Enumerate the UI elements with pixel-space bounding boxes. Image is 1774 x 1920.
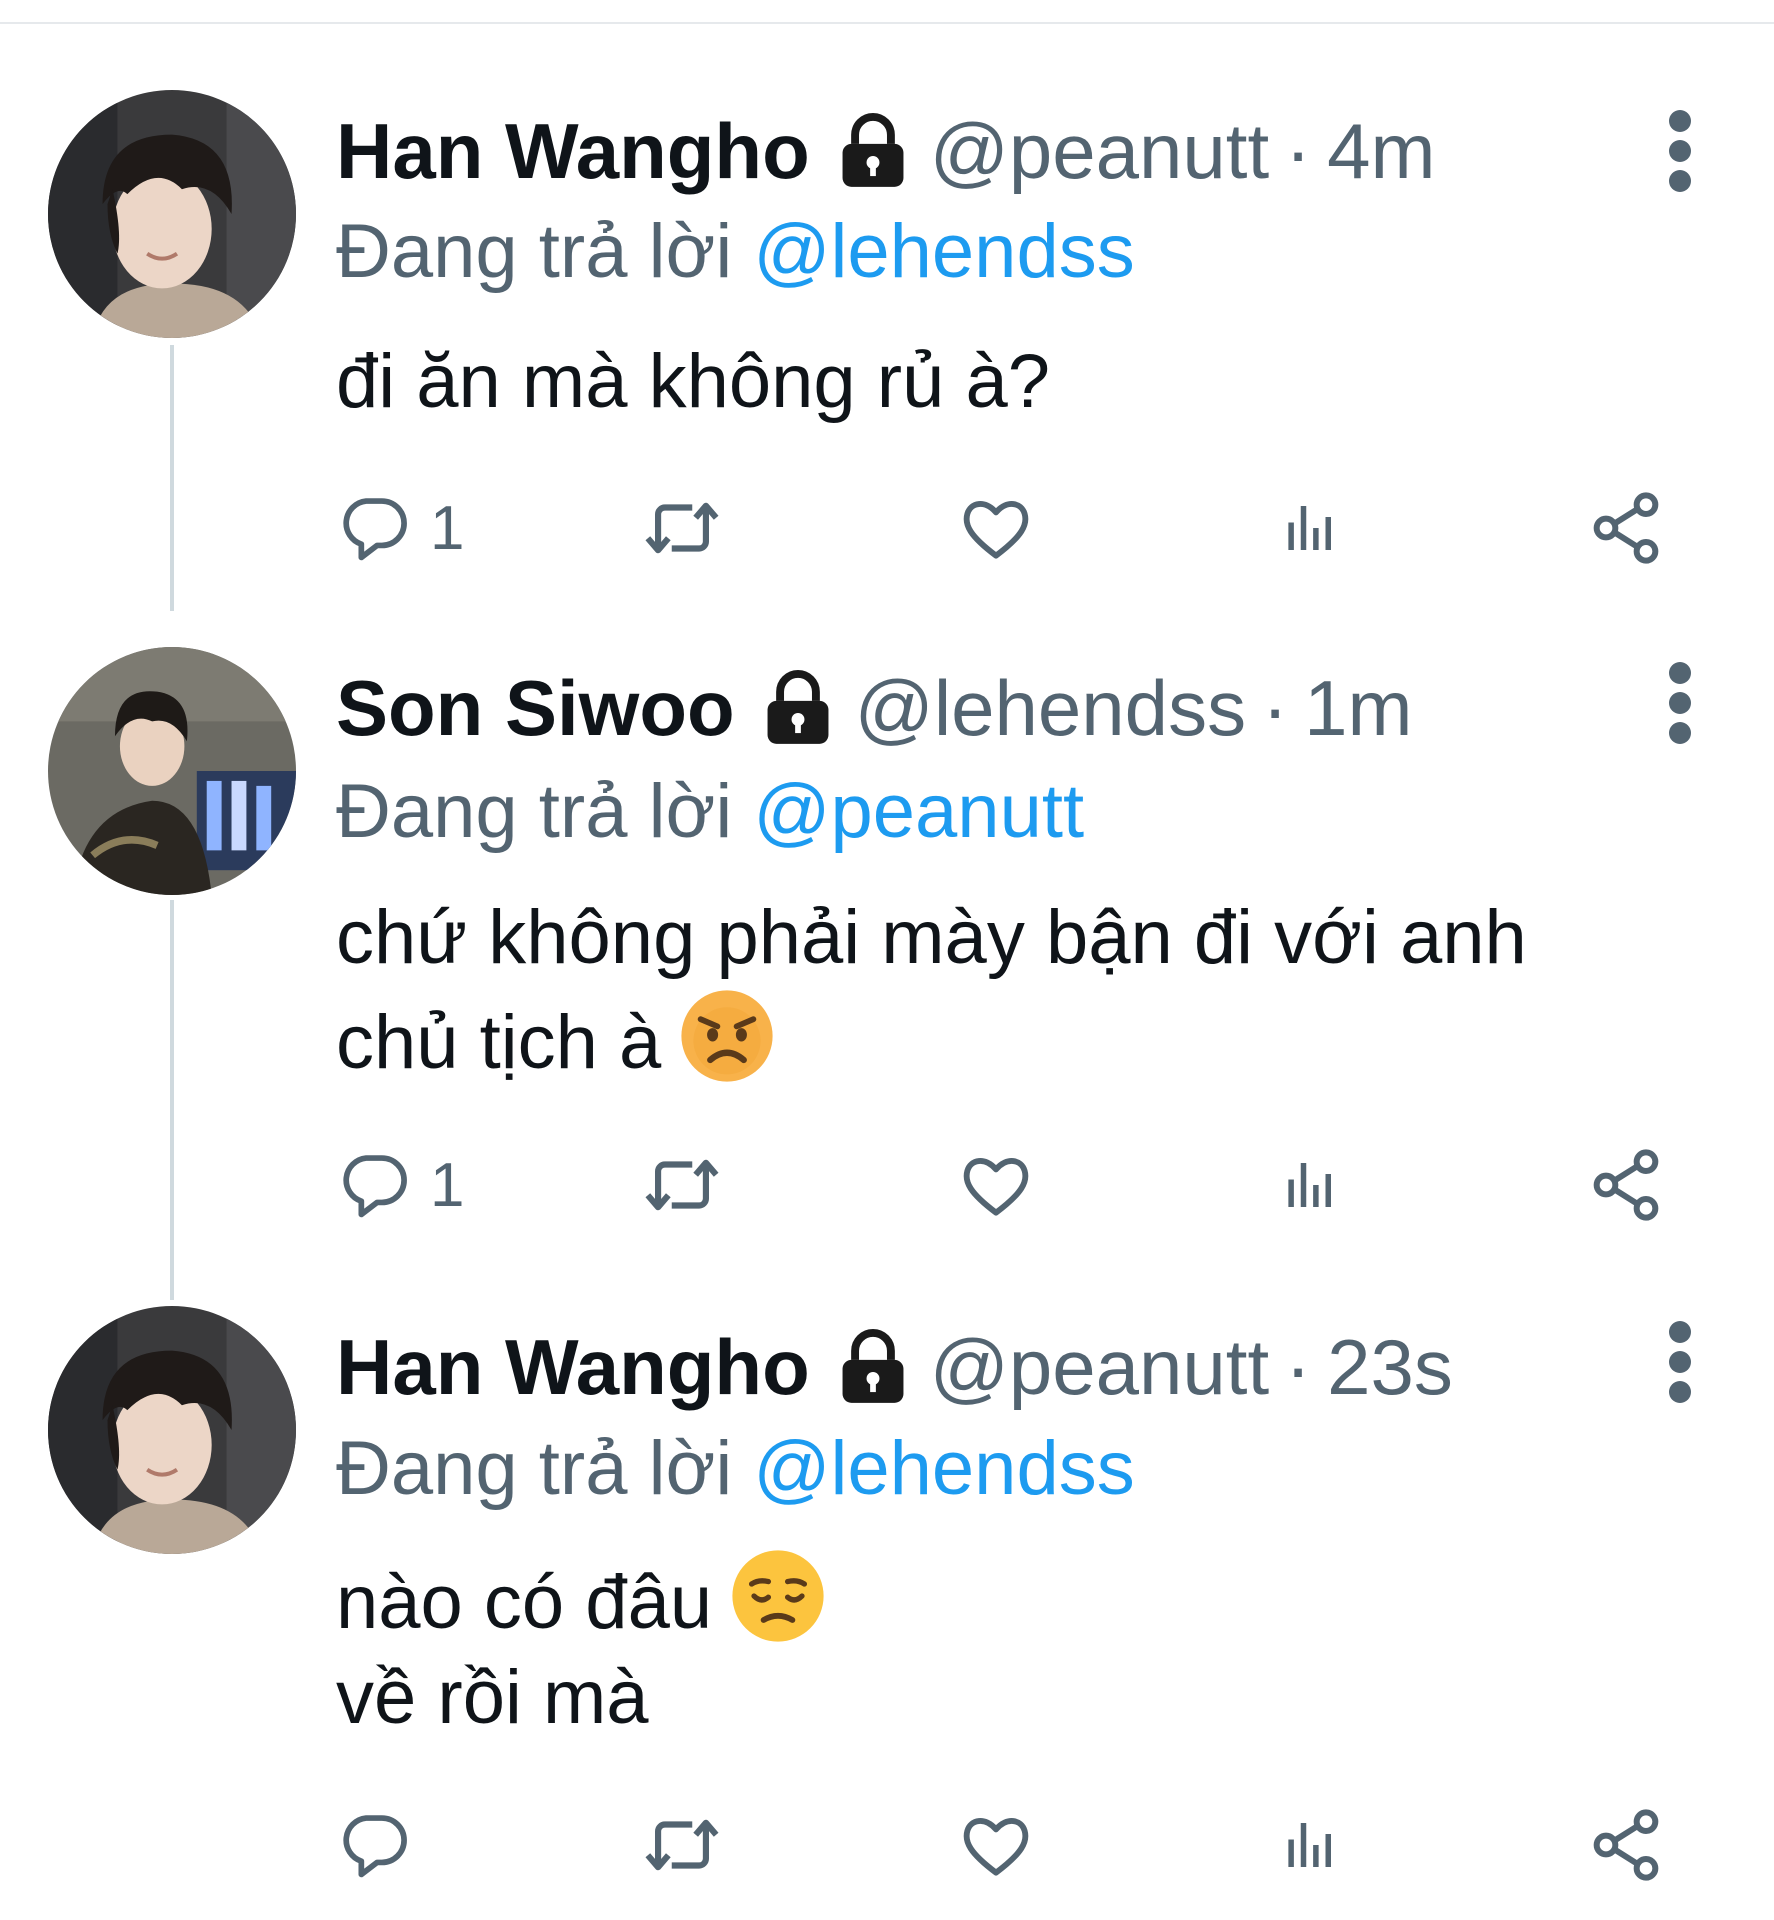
user-handle[interactable]: @lehendss: [855, 658, 1246, 758]
analytics-icon: [1276, 1812, 1342, 1878]
reply-icon: [336, 1807, 412, 1883]
reply-button[interactable]: 1: [336, 1140, 464, 1230]
tweet-text-line: chủ tịch à: [336, 988, 1527, 1088]
analytics-button[interactable]: [1276, 1140, 1342, 1230]
replying-to-label: Đang trả lời: [336, 209, 733, 294]
timestamp[interactable]: 1m: [1304, 658, 1412, 758]
display-name[interactable]: Han Wangho: [336, 1317, 810, 1417]
share-icon: [1586, 1805, 1666, 1885]
more-options-icon[interactable]: [1660, 101, 1700, 201]
avatar[interactable]: [48, 647, 296, 895]
replying-to-label: Đang trả lời: [336, 769, 733, 854]
separator-dot: ·: [1262, 664, 1289, 752]
tweet-text-line: chứ không phải mày bận đi với anh: [336, 895, 1527, 980]
reply-button[interactable]: 1: [336, 483, 464, 573]
share-icon: [1586, 488, 1666, 568]
tweet-header: Son Siwoo @lehendss · 1m: [336, 658, 1412, 758]
lock-icon: [830, 108, 916, 194]
analytics-icon: [1276, 495, 1342, 561]
disappointed-face-emoji: [730, 1548, 826, 1644]
avatar[interactable]: [48, 1306, 296, 1554]
separator-dot: ·: [1285, 107, 1312, 195]
user-handle[interactable]: @peanutt: [930, 1317, 1269, 1417]
share-icon: [1586, 1145, 1666, 1225]
retweet-icon: [641, 1804, 723, 1886]
retweet-button[interactable]: [641, 1800, 723, 1890]
tweet-text: đi ăn mà không rủ à?: [336, 332, 1050, 432]
analytics-icon: [1276, 1152, 1342, 1218]
tweet-header: Han Wangho @peanutt · 23s: [336, 1317, 1453, 1417]
top-divider: [0, 22, 1774, 24]
share-button[interactable]: [1586, 1140, 1666, 1230]
tweet-text-line: đi ăn mà không rủ à?: [336, 339, 1051, 424]
reply-button[interactable]: [336, 1800, 430, 1890]
reply-count: 1: [430, 1150, 465, 1220]
separator-dot: ·: [1285, 1323, 1312, 1411]
analytics-button[interactable]: [1276, 483, 1342, 573]
timestamp[interactable]: 4m: [1327, 101, 1435, 201]
share-button[interactable]: [1586, 1800, 1666, 1890]
analytics-button[interactable]: [1276, 1800, 1342, 1890]
tweet-text: nào có đâu về rồi mà: [336, 1548, 826, 1748]
tweet-text-fragment: chủ tịch à: [336, 1000, 662, 1085]
like-icon: [957, 1146, 1035, 1224]
display-name[interactable]: Han Wangho: [336, 101, 810, 201]
share-button[interactable]: [1586, 483, 1666, 573]
tweet-text-line: nào có đâu: [336, 1548, 826, 1648]
reply-icon: [336, 490, 412, 566]
action-bar: 1: [336, 1140, 1676, 1230]
retweet-button[interactable]: [641, 483, 723, 573]
thread-connector-line: [170, 900, 174, 1300]
retweet-icon: [641, 1144, 723, 1226]
replying-to: Đang trả lời @lehendss: [336, 1419, 1135, 1519]
like-button[interactable]: [957, 483, 1035, 573]
pouting-face-emoji: [679, 988, 775, 1084]
tweet-text-line: về rồi mà: [336, 1655, 649, 1740]
retweet-icon: [641, 487, 723, 569]
reply-mention-link[interactable]: @peanutt: [753, 769, 1084, 854]
thread-connector-line: [170, 345, 174, 611]
retweet-button[interactable]: [641, 1140, 723, 1230]
action-bar: [336, 1800, 1676, 1890]
more-options-icon[interactable]: [1660, 1312, 1700, 1412]
action-bar: 1: [336, 483, 1676, 573]
reply-mention-link[interactable]: @lehendss: [753, 209, 1134, 294]
lock-icon: [755, 665, 841, 751]
tweet-text: chứ không phải mày bận đi với anh chủ tị…: [336, 888, 1527, 1088]
more-options-icon[interactable]: [1660, 653, 1700, 753]
user-handle[interactable]: @peanutt: [930, 101, 1269, 201]
avatar[interactable]: [48, 90, 296, 338]
like-button[interactable]: [957, 1140, 1035, 1230]
replying-to-label: Đang trả lời: [336, 1426, 733, 1511]
reply-icon: [336, 1147, 412, 1223]
tweet-text-fragment: nào có đâu: [336, 1560, 713, 1645]
like-button[interactable]: [957, 1800, 1035, 1890]
like-icon: [957, 1806, 1035, 1884]
lock-icon: [830, 1324, 916, 1410]
replying-to: Đang trả lời @lehendss: [336, 202, 1135, 302]
timestamp[interactable]: 23s: [1327, 1317, 1453, 1417]
display-name[interactable]: Son Siwoo: [336, 658, 735, 758]
like-icon: [957, 489, 1035, 567]
tweet-header: Han Wangho @peanutt · 4m: [336, 101, 1435, 201]
reply-count: 1: [430, 493, 465, 563]
reply-mention-link[interactable]: @lehendss: [753, 1426, 1134, 1511]
replying-to: Đang trả lời @peanutt: [336, 762, 1084, 862]
